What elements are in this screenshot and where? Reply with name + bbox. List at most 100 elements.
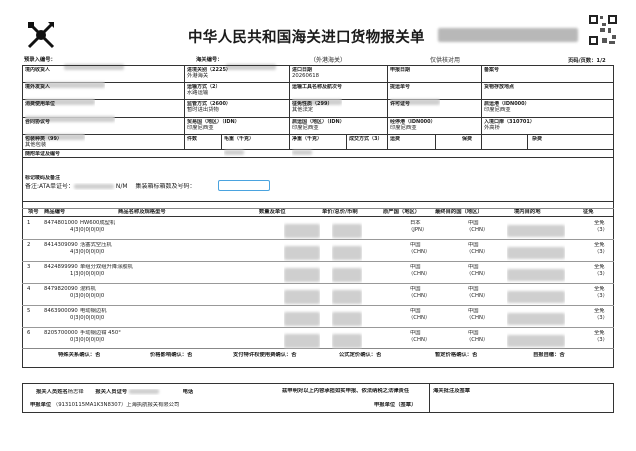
row-domestic-dest-redacted [507,286,565,305]
customs-no-label: 海关编号： [196,57,223,63]
row-origin: 日本 [410,220,421,226]
row-spec: 0|3|0|0|0|0|0 [70,337,105,343]
row-origin-code: （CHN） [408,293,431,299]
row-dest-code: （CHN） [466,337,489,343]
goods-col-price: 单价/总价/币制 [322,209,358,215]
row-dest: 中国 [468,286,479,292]
declare-seal: 申报单位（签章） [374,402,417,408]
freight-cell: 运费 [390,136,401,142]
import-date-cell: 进口日期 20260618 [292,67,319,79]
row-domestic-dest-redacted [507,330,565,349]
row-dest-code: （CHN） [466,293,489,299]
row-name: HW600成型机 [80,220,116,226]
trade-country-cell: 贸易国（地区）（IDN） 印度尼西亚 [187,119,240,131]
row-code: 8463900090 [44,308,78,314]
row-origin-code: （CHN） [408,337,431,343]
entry-customs-cell: 进境关别（2225） 外港海关 [187,67,231,79]
container-highlight-box [218,180,270,191]
row-qty-redacted [284,242,320,261]
misc-cell: 杂费 [532,136,543,142]
departure-port-cell: 启运港（IDN000） 印度尼西亚 [484,101,530,113]
marks-label: 标记唛码及备注 [25,175,61,181]
page-number: 页码/页数：1/2 [568,58,606,64]
row-spec: 4|3|0|0|0|0|0 [70,227,105,233]
row-name: 电动钢边机 [80,308,107,314]
goods-col-final-dest: 最终目的国（地区） [435,209,483,215]
table-row: 4 8479820090 混料机 0|3|0|0|0|0|0 中国 （CHN） 中国 （CHN… [22,284,614,306]
row-price-redacted [332,308,362,327]
license-cell: 许可证号 [390,101,411,107]
customs-emblem-icon [26,20,56,50]
table-row: 3 8424899990 单组分双组升降涂胶机 1|3|0|0|0|0|0 中国 （CHN… [22,262,614,284]
row-dest: 中国 [468,308,479,314]
provisional-price: 暂定价格确认：否 [435,352,478,358]
customs-remark: 海关批注及签章 [433,388,471,394]
row-origin: 中国 [410,308,421,314]
record-no-cell: 备案号 [484,67,500,73]
row-dest-code: （CHN） [466,315,489,321]
row-dest-code: （CHN） [466,227,489,233]
row-tax-code: （3） [594,227,608,233]
self-pay: 自报自缴：否 [533,352,565,358]
row-tax: 全免 [594,308,605,314]
royalty: 支付特许权使用费确认：否 [233,352,297,358]
row-name: 单组分双组升降涂胶机 [80,264,133,270]
row-spec: 0|3|0|0|0|0|0 [70,315,105,321]
row-qty-redacted [284,330,320,349]
table-row: 1 8474801000 HW600成型机 4|3|0|0|0|0|0 日本 （JPN） 中… [22,218,614,240]
row-tax: 全免 [594,220,605,226]
statement: 兹申明对以上内容承担如实申报、依法纳税之法律责任 [282,388,410,394]
usage-note: 仅供核对用 [430,57,461,64]
gross-weight-cell: 毛重（千克） [224,136,254,161]
goods-col-origin: 原产国（地区） [383,209,421,215]
transport-mode-cell: 运输方式（2） 水路运输 [187,84,221,96]
row-name: 手动钢边钳 450° [80,330,121,336]
row-tax: 全免 [594,286,605,292]
goods-col-tax: 征免 [583,209,594,215]
row-dest: 中国 [468,330,479,336]
row-qty-redacted [284,220,320,239]
row-no: 2 [27,242,31,248]
row-price-redacted [332,242,362,261]
row-price-redacted [332,264,362,283]
row-name: 混料机 [80,286,96,292]
preentry-label: 预录入编号： [24,57,56,63]
table-row: 2 8414309090 活塞式空压机 4|3|0|0|0|0|0 中国 （CHN） 中国（… [22,240,614,262]
row-tax-code: （3） [594,249,608,255]
row-origin: 中国 [410,330,421,336]
row-tax-code: （3） [594,293,608,299]
row-dest: 中国 [468,220,479,226]
row-no: 3 [27,264,31,270]
row-code: 8424899990 [44,264,78,270]
row-price-redacted [332,220,362,239]
row-origin-code: （CHN） [408,249,431,255]
row-no: 5 [27,308,31,314]
row-price-redacted [332,330,362,349]
customs-note: （外港海关） [310,57,347,64]
row-spec: 0|3|0|0|0|0|0 [70,293,105,299]
row-domestic-dest-redacted [507,220,565,239]
row-no: 4 [27,286,31,292]
entry-port-cell: 入境口岸（310701） 外高桥 [484,119,535,131]
declare-unit-line: 申报单位 （91310115MA1K3N8307）上海执航报关有限公司 [30,402,180,408]
deal-mode-cell: 成交方式（3） [349,136,383,142]
origin-country-cell: 启运国（地区）（IDN） 印度尼西亚 [292,119,345,131]
row-tax: 全免 [594,242,605,248]
row-qty-redacted [284,264,320,283]
row-tax-code: （3） [594,315,608,321]
row-qty-redacted [284,308,320,327]
table-row: 5 8463900090 电动钢边机 0|3|0|0|0|0|0 中国 （CHN） 中国 （C… [22,306,614,328]
goods-col-domestic-dest: 境内目的地 [514,209,541,215]
storage-cell: 货物存放地点 [484,84,515,90]
barcode-number-redacted [438,24,578,43]
page-title: 中华人民共和国海关进口货物报关单 [188,30,425,46]
row-code: 8474801000 [44,220,78,226]
goods-col-qty: 数量及单位 [259,209,286,215]
row-tax-code: （3） [594,337,608,343]
table-row: 6 8205700000 手动钢边钳 450° 0|3|0|0|0|0|0 中国 （CHN… [22,328,614,350]
declarant-line: 报关人员姓名杨志锋 报关人员证号 电话 [36,389,194,395]
row-name: 活塞式空压机 [80,242,112,248]
supervision-cell: 监管方式（2600） 暂时进出货物 [187,101,231,113]
row-origin: 中国 [410,242,421,248]
row-dest-code: （CHN） [466,271,489,277]
